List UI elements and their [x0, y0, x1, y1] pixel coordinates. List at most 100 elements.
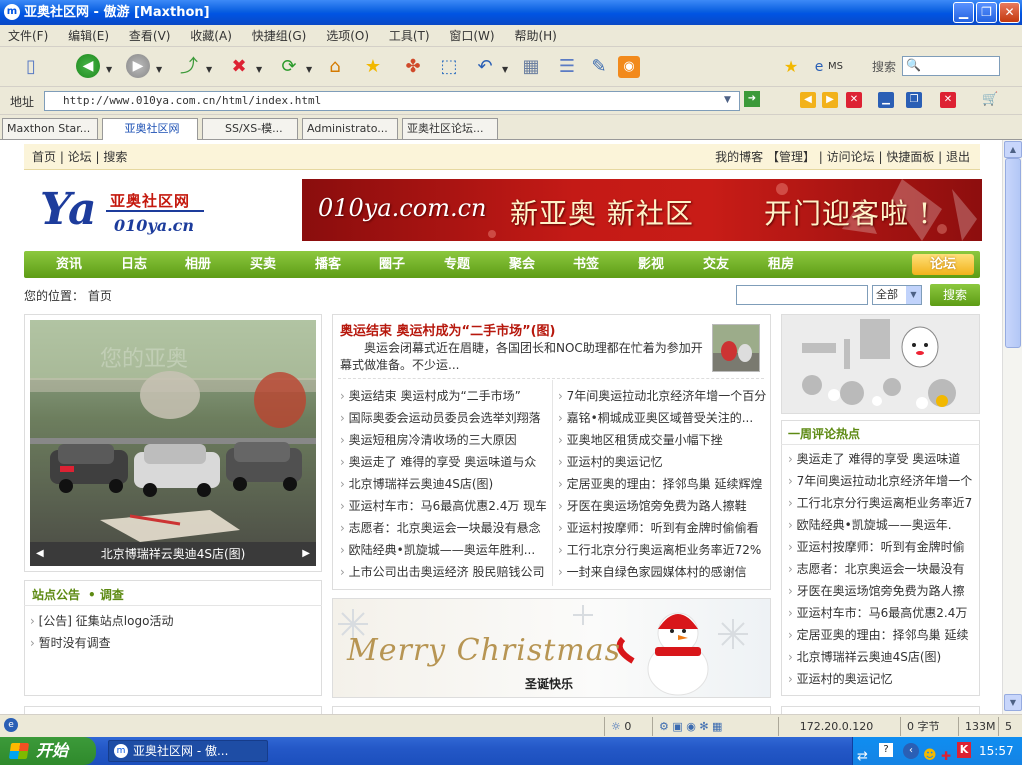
favorites-star-icon[interactable]: ★ [360, 54, 386, 80]
top-nav-right[interactable]: 我的博客 【管理】 | 访问论坛 | 快捷面板 | 退出 [715, 144, 970, 170]
list-item[interactable]: 牙医在奥运场馆旁免费为路人擦 [788, 580, 974, 602]
list-item[interactable]: 7年间奥运拉动北京经济年增一个百分 [558, 385, 766, 407]
stop-icon[interactable]: ✖ [226, 54, 252, 80]
ms-label[interactable]: MS [828, 61, 843, 72]
maximize-button[interactable]: ❐ [976, 2, 997, 23]
nav-podcast[interactable]: 播客 [315, 251, 341, 278]
mascot-banner[interactable] [781, 314, 980, 414]
list-item[interactable]: 亚运村的奥运记忆 [558, 451, 766, 473]
nav-blog[interactable]: 日志 [121, 251, 147, 278]
nav-album[interactable]: 相册 [185, 251, 211, 278]
banner[interactable]: 010ya.com.cn 新亚奥 新社区 开门迎客啦 ! [302, 179, 982, 241]
rss-icon[interactable]: ◉ [618, 56, 640, 78]
menu-window[interactable]: 窗口(W) [449, 29, 494, 43]
nav-rent[interactable]: 租房 [768, 251, 794, 278]
tab-restore-icon[interactable]: ❐ [906, 92, 922, 108]
notice-title[interactable]: 站点公告 [32, 586, 80, 603]
list-item[interactable]: 志愿者：北京奥运会一块最没有 [788, 558, 974, 580]
list-item[interactable]: 亚运村按摩师：听到有金牌时偷 [788, 536, 974, 558]
groups-icon[interactable]: ✤ [400, 54, 426, 80]
headline-thumbnail[interactable] [712, 324, 760, 372]
tab-list-icon[interactable]: ▦ [518, 54, 544, 80]
address-dropdown-icon[interactable]: ▼ [724, 95, 731, 105]
network-icon[interactable]: ⇄ [857, 743, 868, 765]
list-item[interactable]: 北京博瑞祥云奥迪4S店(图) [788, 646, 974, 668]
tab-close-icon[interactable]: ✕ [940, 92, 956, 108]
survey-title[interactable]: • 调查 [88, 586, 124, 603]
list-item[interactable]: 国际奥委会运动员委员会选举刘翔落 [340, 407, 546, 429]
list-item[interactable]: 亚运村车市：马6最高优惠2.4万 [788, 602, 974, 624]
vertical-scrollbar[interactable]: ▲ ▼ [1002, 140, 1022, 714]
list-item[interactable]: 暂时没有调查 [30, 632, 310, 654]
nav-friends[interactable]: 交友 [703, 251, 729, 278]
prev-photo-icon[interactable]: ◀ [36, 542, 44, 566]
up-icon[interactable]: ⤴ [176, 54, 202, 80]
qq-icon[interactable]: ☻ [923, 742, 937, 765]
scroll-down-icon[interactable]: ▼ [1004, 694, 1022, 711]
fullscreen-icon[interactable]: ⬚ [436, 54, 462, 80]
hot-comments-title[interactable]: 一周评论热点 [788, 425, 860, 442]
scroll-thumb[interactable] [1005, 158, 1021, 348]
list-item[interactable]: 工行北京分行奥运离柜业务率近7 [788, 492, 974, 514]
nav-party[interactable]: 聚会 [509, 251, 535, 278]
list-item[interactable]: 亚运村车市：马6最高优惠2.4万 现车 [340, 495, 546, 517]
tab-maxthon-star[interactable]: Maxthon Star... [2, 118, 98, 139]
add-favorite-icon[interactable]: ★ [778, 54, 804, 80]
tab-ssxs[interactable]: SS/XS-模... [202, 118, 298, 139]
close-tab-icon[interactable]: ✕ [846, 92, 862, 108]
top-nav-left[interactable]: 首页 | 论坛 | 搜索 [32, 150, 127, 164]
nav-movies[interactable]: 影视 [638, 251, 664, 278]
list-item[interactable]: 一封来自绿色家园媒体村的感谢信 [558, 561, 766, 583]
undo-icon[interactable]: ↶ [472, 54, 498, 80]
tab-yaao-forum[interactable]: 亚奥社区论坛... [402, 118, 498, 139]
christmas-banner[interactable]: Merry Christmas 圣诞快乐 [332, 598, 771, 698]
site-search-button[interactable]: 搜索 [930, 284, 980, 306]
site-search-input[interactable] [736, 285, 868, 305]
photo-caption[interactable]: 北京博瑞祥云奥迪4S店(图) [101, 547, 246, 561]
menu-favorites[interactable]: 收藏(A) [190, 29, 232, 43]
tray-expand-icon[interactable]: ‹ [903, 743, 919, 759]
news-photo[interactable]: 您的亚奥 [30, 320, 316, 566]
minimize-button[interactable]: ▁ [953, 2, 974, 23]
sidebar-icon[interactable]: ☰ [554, 54, 580, 80]
list-item[interactable]: 奥运短租房冷清收场的三大原因 [340, 429, 546, 451]
prev-tab-icon[interactable]: ◀ [800, 92, 816, 108]
menu-view[interactable]: 查看(V) [129, 29, 171, 43]
k-icon[interactable]: K [957, 742, 971, 758]
forward-icon[interactable]: ▶ [126, 54, 150, 78]
headline[interactable]: 奥运结束 奥运村成为“二手市场”(图) [340, 320, 556, 339]
security-icon[interactable]: ✚ [941, 742, 951, 765]
list-item[interactable]: 亚运村的奥运记忆 [788, 668, 974, 690]
tab-yaao-community[interactable]: 亚奥社区网 [102, 118, 198, 140]
menu-tools[interactable]: 工具(T) [389, 29, 430, 43]
list-item[interactable]: [公告] 征集站点logo活动 [30, 610, 310, 632]
list-item[interactable]: 嘉铭•桐城成亚奥区域普受关注的... [558, 407, 766, 429]
list-item[interactable]: 牙医在奥运场馆旁免费为路人擦鞋 [558, 495, 766, 517]
menu-groups[interactable]: 快捷组(G) [252, 29, 307, 43]
list-item[interactable]: 奥运走了 难得的享受 奥运味道与众 [340, 451, 546, 473]
close-button[interactable]: ✕ [999, 2, 1020, 23]
nav-circle[interactable]: 圈子 [379, 251, 405, 278]
next-photo-icon[interactable]: ▶ [302, 542, 310, 566]
next-tab-icon[interactable]: ▶ [822, 92, 838, 108]
nav-topic[interactable]: 专题 [444, 251, 470, 278]
new-page-icon[interactable]: ▯ [18, 54, 44, 80]
back-icon[interactable]: ◀ [76, 54, 100, 78]
list-item[interactable]: 北京博瑞祥云奥迪4S店(图) [340, 473, 546, 495]
nav-bookmark[interactable]: 书签 [573, 251, 599, 278]
menu-options[interactable]: 选项(O) [326, 29, 369, 43]
list-item[interactable]: 欧陆经典•凯旋城——奥运年. [788, 514, 974, 536]
start-button[interactable]: 开始 [0, 737, 96, 765]
nav-news[interactable]: 资讯 [56, 251, 82, 278]
list-item[interactable]: 工行北京分行奥运离柜业务率近72% [558, 539, 766, 561]
menu-file[interactable]: 文件(F) [8, 29, 48, 43]
list-item[interactable]: 亚运村按摩师：听到有金牌时偷偷看 [558, 517, 766, 539]
refresh-icon[interactable]: ⟳ [276, 54, 302, 80]
address-input[interactable]: http://www.010ya.com.cn/html/index.html [44, 91, 740, 111]
tab-minimize-icon[interactable]: ▁ [878, 92, 894, 108]
list-item[interactable]: 奥运走了 难得的享受 奥运味道 [788, 448, 974, 470]
cart-icon[interactable]: 🛒 [982, 92, 998, 108]
list-item[interactable]: 亚奥地区租赁成交量小幅下挫 [558, 429, 766, 451]
nav-forum[interactable]: 论坛 [912, 254, 974, 275]
list-item[interactable]: 上市公司出击奥运经济 股民赔钱公司 [340, 561, 546, 583]
